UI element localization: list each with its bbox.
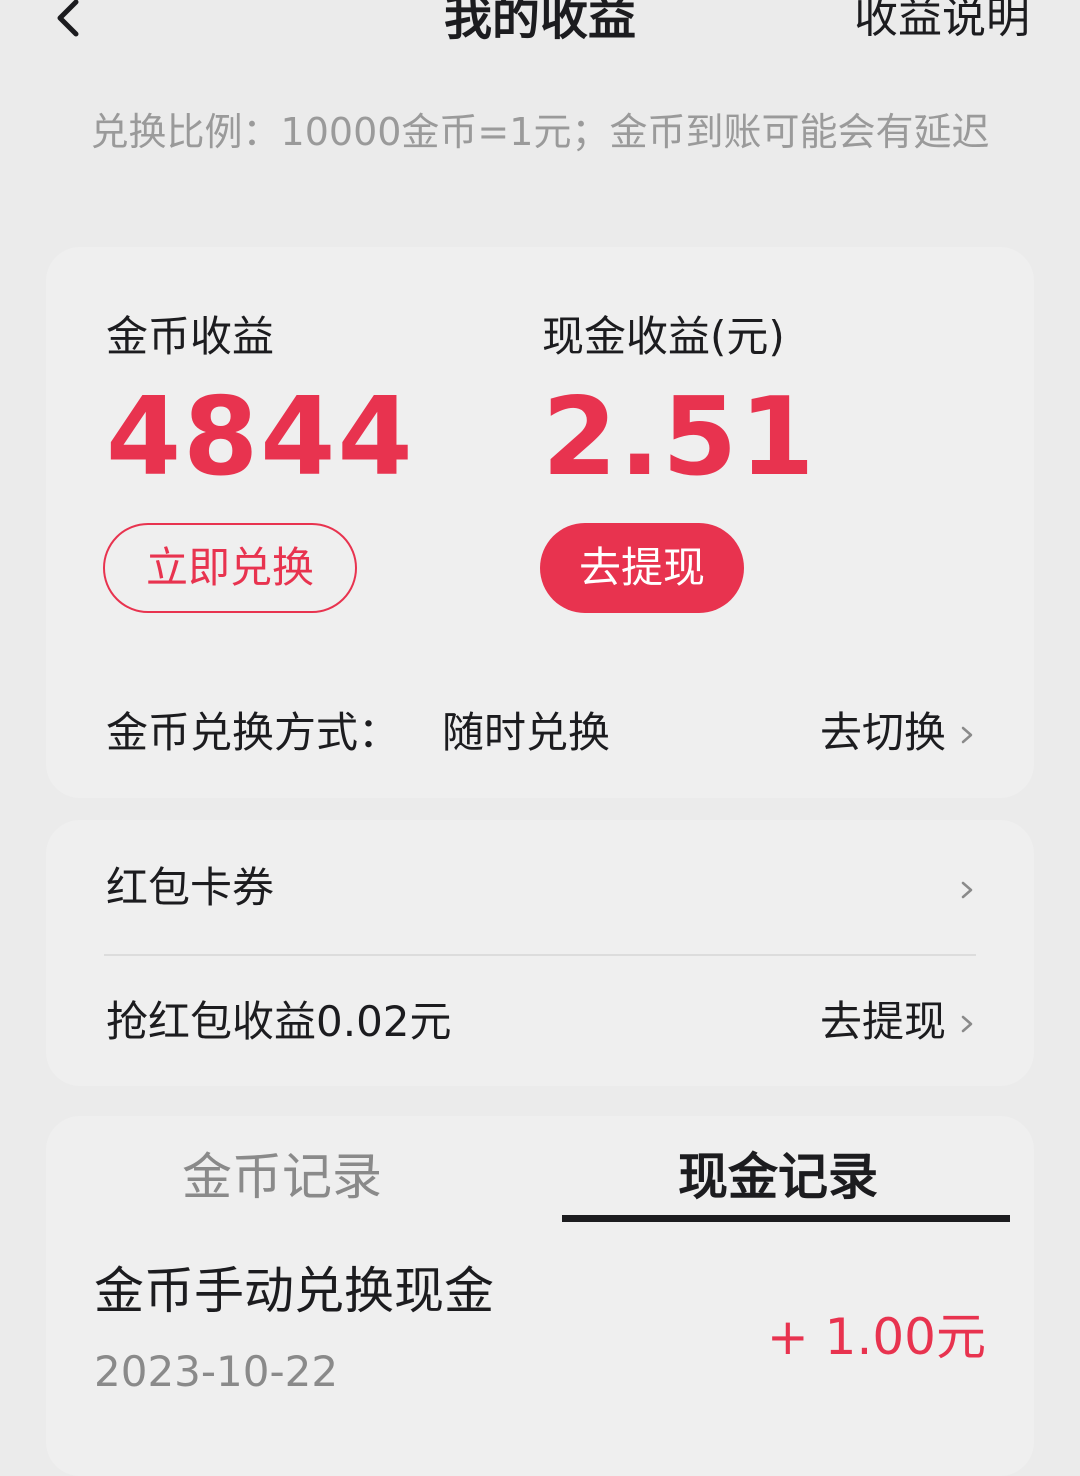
coin-earnings-label: 金币收益	[106, 312, 275, 361]
header-bar: 我的收益 收益说明	[0, 0, 1080, 60]
coupons-action[interactable]	[946, 858, 974, 918]
chevron-right-icon	[960, 858, 974, 918]
earnings-card: 金币收益 4844 现金收益(元) 2.51 立即兑换 去提现 金币兑换方式： …	[46, 247, 1034, 798]
tab-coin-records[interactable]: 金币记录	[182, 1142, 382, 1212]
exchange-rate-notice: 兑换比例：10000金币=1元；金币到账可能会有延迟	[90, 110, 990, 154]
divider	[104, 954, 976, 956]
exchange-mode-value: 随时兑换	[442, 708, 611, 757]
earnings-explanation-link[interactable]: 收益说明	[854, 0, 1030, 48]
record-title: 金币手动兑换现金	[94, 1262, 494, 1320]
exchange-mode-row: 金币兑换方式： 随时兑换 去切换	[106, 703, 974, 763]
coin-earnings-value: 4844	[106, 375, 415, 500]
cash-earnings: 现金收益(元) 2.51	[542, 307, 816, 503]
grab-redpacket-row[interactable]: 抢红包收益0.02元 去提现	[106, 992, 974, 1052]
grab-redpacket-label: 抢红包收益0.02元	[106, 997, 452, 1046]
records-card: 金币记录 现金记录 金币手动兑换现金 2023-10-22 + 1.00元	[46, 1116, 1034, 1476]
tab-cash-records[interactable]: 现金记录	[678, 1142, 878, 1212]
record-date: 2023-10-22	[94, 1347, 339, 1396]
coin-earnings: 金币收益 4844	[106, 307, 415, 503]
list-item: 金币手动兑换现金 2023-10-22 + 1.00元	[94, 1256, 986, 1406]
coupons-row[interactable]: 红包卡券	[106, 858, 974, 918]
exchange-mode-label: 金币兑换方式：	[106, 708, 401, 757]
coupons-label: 红包卡券	[106, 863, 275, 912]
withdraw-button[interactable]: 去提现	[540, 523, 744, 613]
cash-earnings-value: 2.51	[542, 375, 817, 500]
cash-earnings-label: 现金收益(元)	[542, 312, 785, 361]
chevron-right-icon	[960, 992, 974, 1052]
active-tab-indicator	[562, 1215, 1010, 1222]
chevron-right-icon	[960, 703, 974, 763]
grab-withdraw-label: 去提现	[819, 997, 946, 1046]
exchange-now-button[interactable]: 立即兑换	[103, 523, 357, 613]
record-amount: + 1.00元	[766, 1308, 986, 1366]
switch-mode-label: 去切换	[819, 708, 946, 757]
links-card: 红包卡券 抢红包收益0.02元 去提现	[46, 820, 1034, 1086]
switch-mode-button[interactable]: 去切换	[820, 703, 974, 763]
grab-withdraw-button[interactable]: 去提现	[820, 992, 974, 1052]
